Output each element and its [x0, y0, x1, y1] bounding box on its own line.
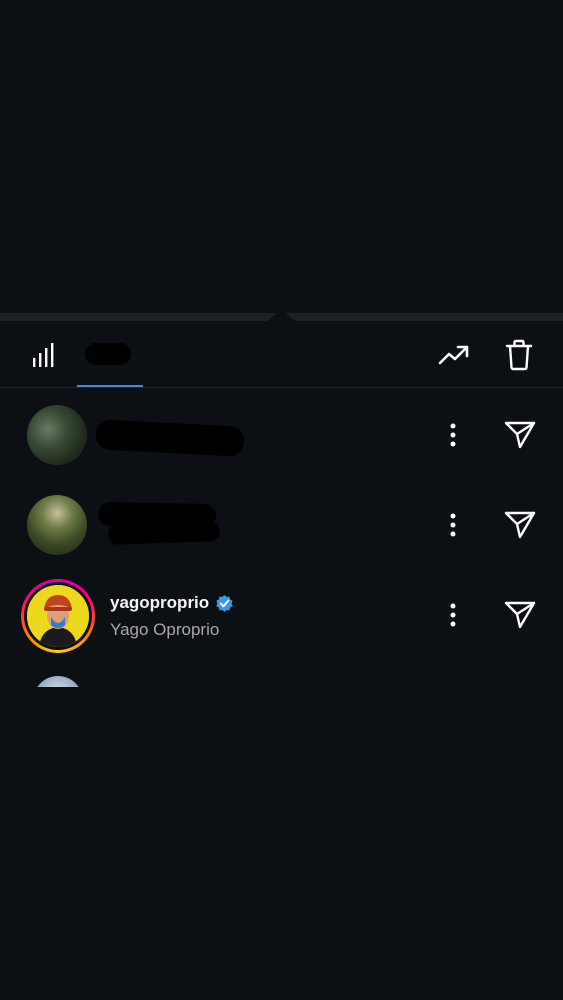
viewers-sheet: yagoproprio Yago Oproprio — [0, 321, 563, 1000]
redacted-full-name — [107, 521, 221, 545]
avatar[interactable] — [27, 405, 87, 465]
username-text: yagoproprio — [110, 593, 210, 612]
verified-badge-icon — [216, 594, 233, 612]
story-viewers-screen: yagoproprio Yago Oproprio — [0, 0, 563, 1000]
more-vertical-icon — [450, 423, 456, 447]
viewer-row[interactable] — [0, 479, 563, 569]
viewer-full-name: Yago Oproprio — [110, 620, 220, 639]
viewer-list[interactable]: yagoproprio Yago Oproprio — [0, 321, 563, 687]
viewer-row[interactable]: yagoproprio Yago Oproprio — [0, 569, 563, 659]
avatar[interactable] — [33, 676, 83, 687]
more-options-button[interactable] — [438, 507, 468, 543]
story-ring[interactable] — [21, 579, 95, 653]
send-icon — [504, 421, 536, 449]
send-icon — [504, 511, 536, 539]
more-options-button[interactable] — [438, 417, 468, 453]
avatar — [27, 585, 89, 647]
avatar-illustration — [27, 585, 89, 647]
viewer-row[interactable] — [0, 389, 563, 479]
send-button[interactable] — [500, 415, 540, 455]
send-button[interactable] — [500, 505, 540, 545]
more-options-button[interactable] — [438, 597, 468, 633]
more-vertical-icon — [450, 603, 456, 627]
viewer-username[interactable]: yagoproprio — [110, 593, 234, 613]
story-ring-gap — [24, 582, 92, 650]
avatar[interactable] — [27, 495, 87, 555]
story-preview-area[interactable] — [0, 0, 563, 313]
redacted-username — [95, 419, 245, 457]
more-vertical-icon — [450, 513, 456, 537]
send-icon — [504, 601, 536, 629]
send-button[interactable] — [500, 595, 540, 635]
